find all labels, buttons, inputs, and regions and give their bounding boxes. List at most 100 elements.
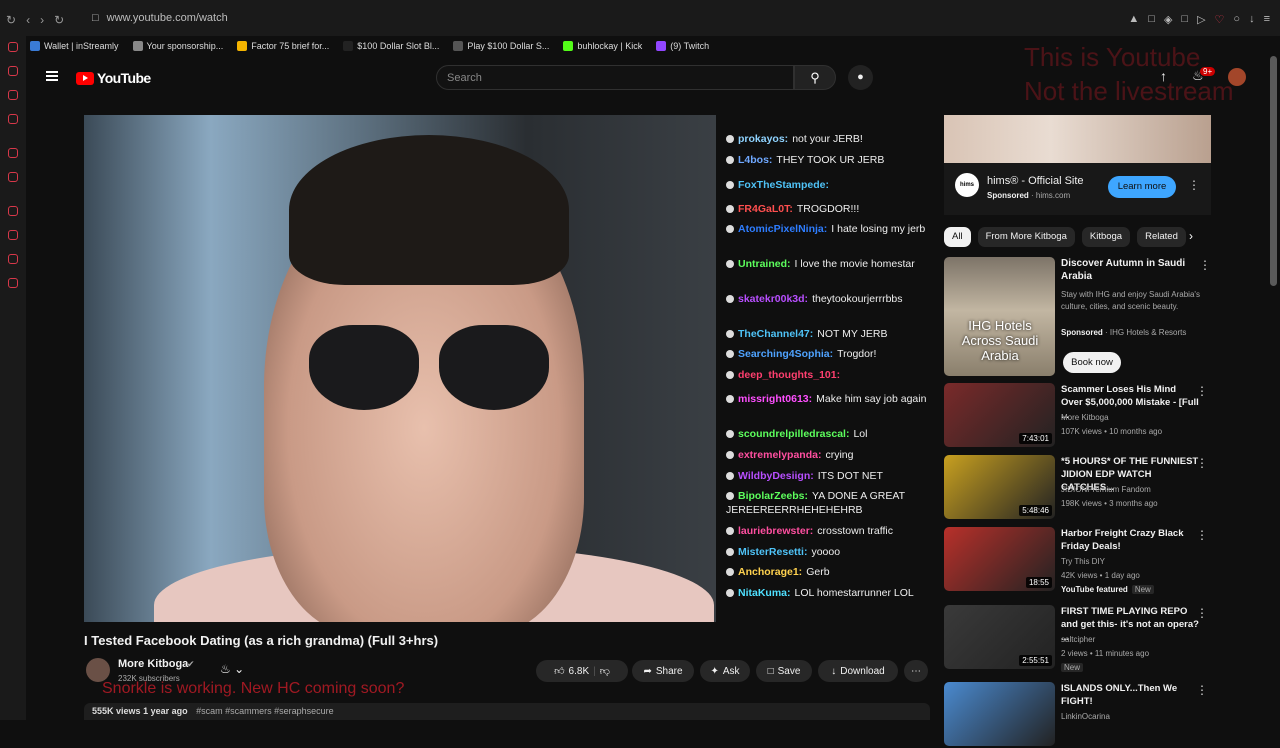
forward-icon[interactable]: › (40, 13, 44, 27)
like-dislike-button[interactable]: 👍︎ 6.8K | 👎︎ (536, 660, 628, 682)
chat-icon[interactable] (8, 90, 18, 100)
view-count: 555K views (92, 706, 141, 716)
chat-text: Lol (853, 428, 868, 440)
music-icon[interactable] (8, 148, 18, 158)
ask-button[interactable]: ✦ Ask (700, 660, 750, 682)
filter-chip[interactable]: Kitboga (1081, 227, 1131, 247)
video-menu-icon[interactable]: ⋮ (1196, 528, 1208, 542)
bookmark-item[interactable]: $100 Dollar Slot Bl... (343, 41, 439, 51)
address-bar[interactable]: □ www.youtube.com/watch (92, 12, 228, 24)
ad-banner-image[interactable] (944, 115, 1211, 163)
youtube-logo[interactable]: YouTube (76, 70, 151, 86)
video-menu-icon[interactable]: ⋮ (1196, 384, 1208, 398)
video-thumbnail[interactable]: 18:55 (944, 527, 1055, 591)
menu-icon[interactable]: ≡ (1264, 13, 1270, 26)
history-icon[interactable] (8, 230, 18, 240)
voice-search-button[interactable]: ● (848, 65, 873, 90)
chat-badge-icon (726, 330, 734, 338)
pin-icon[interactable]: ▲ (1128, 13, 1139, 26)
recommended-video[interactable]: 5:48:46 *5 HOURS* OF THE FUNNIEST JIDION … (944, 455, 1210, 521)
video-menu-icon[interactable]: ⋮ (1196, 456, 1208, 470)
shop-icon[interactable] (8, 66, 18, 76)
chat-badge-icon (726, 589, 734, 597)
whatsapp-icon[interactable] (8, 172, 18, 182)
chat-text: LOL homestarrunner LOL (794, 587, 914, 599)
filter-chip[interactable]: From More Kitboga (977, 227, 1075, 247)
bookmark-item[interactable]: buhlockay | Kick (563, 41, 642, 51)
video-menu-icon[interactable]: ⋮ (1196, 606, 1208, 620)
bookmark-item[interactable]: Factor 75 brief for... (237, 41, 329, 51)
filter-chip[interactable]: All (944, 227, 971, 247)
video-thumbnail[interactable]: 5:48:46 (944, 455, 1055, 519)
settings-icon[interactable] (8, 278, 18, 288)
chat-message: WildbyDesiign: ITS DOT NET (726, 469, 930, 483)
account-icon[interactable]: ○ (1233, 13, 1240, 26)
play-icon[interactable]: ▷ (1197, 13, 1205, 26)
filter-chip[interactable]: Related (1137, 227, 1186, 247)
book-now-button[interactable]: Book now (1063, 352, 1121, 373)
video-title[interactable]: Harbor Freight Crazy Black Friday Deals! (1061, 527, 1199, 553)
save-button[interactable]: □ Save (756, 660, 812, 682)
share-button[interactable]: ➦ Share (632, 660, 694, 682)
video-meta: 198K views • 3 months ago (1061, 499, 1158, 508)
back-icon[interactable]: ‹ (26, 13, 30, 27)
chat-text: crosstown traffic (817, 525, 893, 537)
bookmark-favicon-icon (656, 41, 667, 51)
subscription-bell-icon[interactable]: ♨ ⌄ (220, 662, 244, 676)
ihg-ad-title[interactable]: Discover Autumn in Saudi Arabia (1061, 257, 1196, 283)
download-icon[interactable]: ↓ (1249, 13, 1255, 26)
chat-username: missright0613: (738, 393, 813, 405)
bulb-icon[interactable] (8, 254, 18, 264)
messenger-icon[interactable] (8, 42, 18, 52)
stream-overlay-text: This is Youtube Not the livestream (1024, 42, 1234, 106)
ad-menu-icon[interactable]: ⋮ (1188, 178, 1200, 192)
description-box[interactable]: 555K views 1 year ago #scam #scammers #s… (84, 703, 930, 720)
heart-icon[interactable]: ♡ (1215, 13, 1225, 26)
recommended-video[interactable]: 7:43:01 Scammer Loses His Mind Over $5,00… (944, 383, 1210, 449)
channel-avatar[interactable] (86, 658, 110, 682)
video-thumbnail[interactable]: 2:55:51 (944, 605, 1055, 669)
chat-username: prokayos: (738, 133, 789, 145)
ihg-menu-icon[interactable]: ⋮ (1199, 258, 1211, 272)
app-icon[interactable] (8, 114, 18, 124)
shield-icon[interactable]: ◈ (1164, 13, 1172, 26)
channel-name[interactable]: More Kitboga (118, 658, 188, 670)
video-channel[interactable]: Try This DIY (1061, 557, 1105, 566)
bookmark-item[interactable]: Play $100 Dollar S... (453, 41, 549, 51)
video-menu-icon[interactable]: ⋮ (1196, 683, 1208, 697)
video-player[interactable] (84, 115, 716, 622)
video-channel[interactable]: JIDIONPremium Fandom (1061, 485, 1151, 494)
bookmark-item[interactable]: Your sponsorship... (132, 41, 223, 51)
hashtags[interactable]: #scam #scammers #seraphsecure (196, 706, 334, 716)
clock-icon[interactable] (8, 206, 18, 216)
tabs-icon[interactable]: □ (1148, 13, 1155, 26)
reload-icon[interactable]: ↻ (54, 13, 64, 27)
chat-badge-icon (726, 548, 734, 556)
bookmark-item[interactable]: Wallet | inStreamly (30, 41, 119, 51)
thumbs-down-icon[interactable]: 👎︎ (600, 665, 610, 677)
hamburger-menu-icon[interactable] (46, 71, 58, 81)
more-actions-button[interactable]: ⋯ (904, 660, 928, 682)
video-frame-sunglasses-left (309, 325, 419, 410)
camera-icon[interactable]: □ (1181, 13, 1188, 26)
video-thumbnail[interactable] (944, 682, 1055, 746)
video-channel[interactable]: saltcipher (1061, 635, 1095, 644)
ihg-thumb-text: IHG Hotels Across Saudi Arabia (961, 318, 1039, 363)
recommended-video[interactable]: 18:55 Harbor Freight Crazy Black Friday D… (944, 527, 1210, 594)
sidebar-toggle-icon[interactable]: ↻ (6, 13, 16, 27)
ad-title[interactable]: hims® - Official Site (987, 175, 1084, 187)
download-button[interactable]: ↓ Download (818, 660, 898, 682)
page-scrollbar[interactable] (1270, 56, 1277, 286)
learn-more-button[interactable]: Learn more (1108, 176, 1176, 198)
video-duration: 7:43:01 (1019, 433, 1052, 444)
search-button[interactable]: ⚲ (794, 65, 836, 90)
recommended-video[interactable]: 2:55:51 FIRST TIME PLAYING REPO and get t… (944, 605, 1210, 672)
chevron-right-icon[interactable]: › (1189, 229, 1193, 243)
bookmark-item[interactable]: (9) Twitch (656, 41, 709, 51)
recommended-video[interactable]: ISLANDS ONLY...Then We FIGHT! LinkinOcari… (944, 682, 1210, 748)
video-title[interactable]: ISLANDS ONLY...Then We FIGHT! (1061, 682, 1199, 708)
video-channel[interactable]: More Kitboga (1061, 413, 1109, 422)
search-input[interactable]: Search (436, 65, 794, 90)
chat-message: MisterResetti: yoooo (726, 545, 930, 559)
video-thumbnail[interactable]: 7:43:01 (944, 383, 1055, 447)
